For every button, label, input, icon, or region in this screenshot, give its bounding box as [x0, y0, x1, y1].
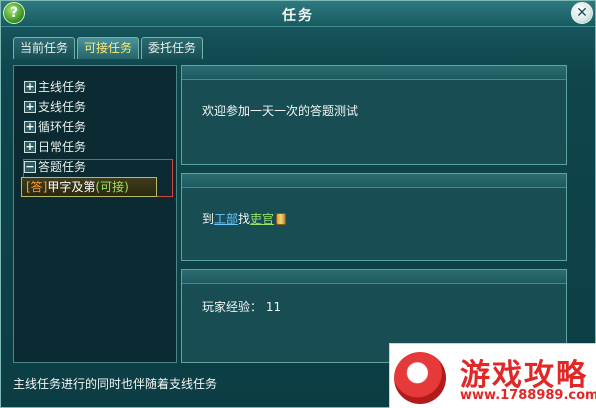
expand-icon[interactable]: +: [24, 101, 36, 113]
reward-value: 11: [265, 300, 282, 314]
quest-tag: [答]: [26, 180, 48, 194]
quest-target-panel: 到工部找吏官: [181, 173, 567, 261]
expand-icon[interactable]: +: [24, 121, 36, 133]
tab-available-quests[interactable]: 可接任务: [77, 37, 139, 59]
tab-current-quests[interactable]: 当前任务: [13, 37, 75, 59]
title-bar[interactable]: ? 任务 ✕: [1, 1, 595, 27]
tree-category-side[interactable]: + 支线任务: [24, 98, 174, 116]
close-icon[interactable]: ✕: [571, 2, 593, 24]
reward-line: 玩家经验： 11: [202, 298, 281, 315]
tree-category-main[interactable]: + 主线任务: [24, 78, 174, 96]
target-middle: 找: [238, 212, 251, 226]
panel-header-decoration: [182, 66, 566, 80]
quest-tree-panel: + 主线任务 + 支线任务 + 循环任务 + 日常任务 − 答题任务: [13, 65, 177, 363]
site-watermark: 游戏攻略 www.1788989.com: [389, 343, 596, 408]
scroll-icon[interactable]: [276, 213, 287, 225]
tab-commission-quests[interactable]: 委托任务: [141, 37, 203, 59]
target-prefix: 到: [202, 212, 215, 226]
tree-category-label: 循环任务: [38, 120, 87, 134]
quest-description-panel: 欢迎参加一天一次的答题测试: [181, 65, 567, 165]
expand-icon[interactable]: +: [24, 81, 36, 93]
bottom-tip: 主线任务进行的同时也伴随着支线任务: [13, 377, 218, 391]
quest-name: 甲字及第: [47, 180, 96, 194]
window-title: 任务: [282, 8, 314, 24]
tree-category-loop[interactable]: + 循环任务: [24, 118, 174, 136]
tree-category-label: 支线任务: [38, 100, 87, 114]
panel-header-decoration: [182, 270, 566, 284]
quest-status: (可接): [95, 180, 129, 194]
target-place-link[interactable]: 工部: [214, 212, 238, 226]
reward-label: 玩家经验：: [202, 300, 263, 314]
tree-category-label: 主线任务: [38, 80, 87, 94]
target-npc-link[interactable]: 吏官: [250, 212, 274, 226]
quest-target: 到工部找吏官: [202, 210, 287, 227]
tree-category-label: 日常任务: [38, 140, 87, 154]
quest-item-selected[interactable]: [答]甲字及第(可接): [21, 177, 157, 197]
watermark-logo-icon: [394, 352, 446, 404]
quest-window: ? 任务 ✕ 当前任务 可接任务 委托任务 + 主线任务 + 支线任务 + 循环…: [0, 0, 596, 408]
quest-description: 欢迎参加一天一次的答题测试: [202, 104, 359, 118]
tree-category-daily[interactable]: + 日常任务: [24, 138, 174, 156]
watermark-url: www.1788989.com: [460, 388, 596, 403]
panel-header-decoration: [182, 174, 566, 188]
expand-icon[interactable]: +: [24, 141, 36, 153]
